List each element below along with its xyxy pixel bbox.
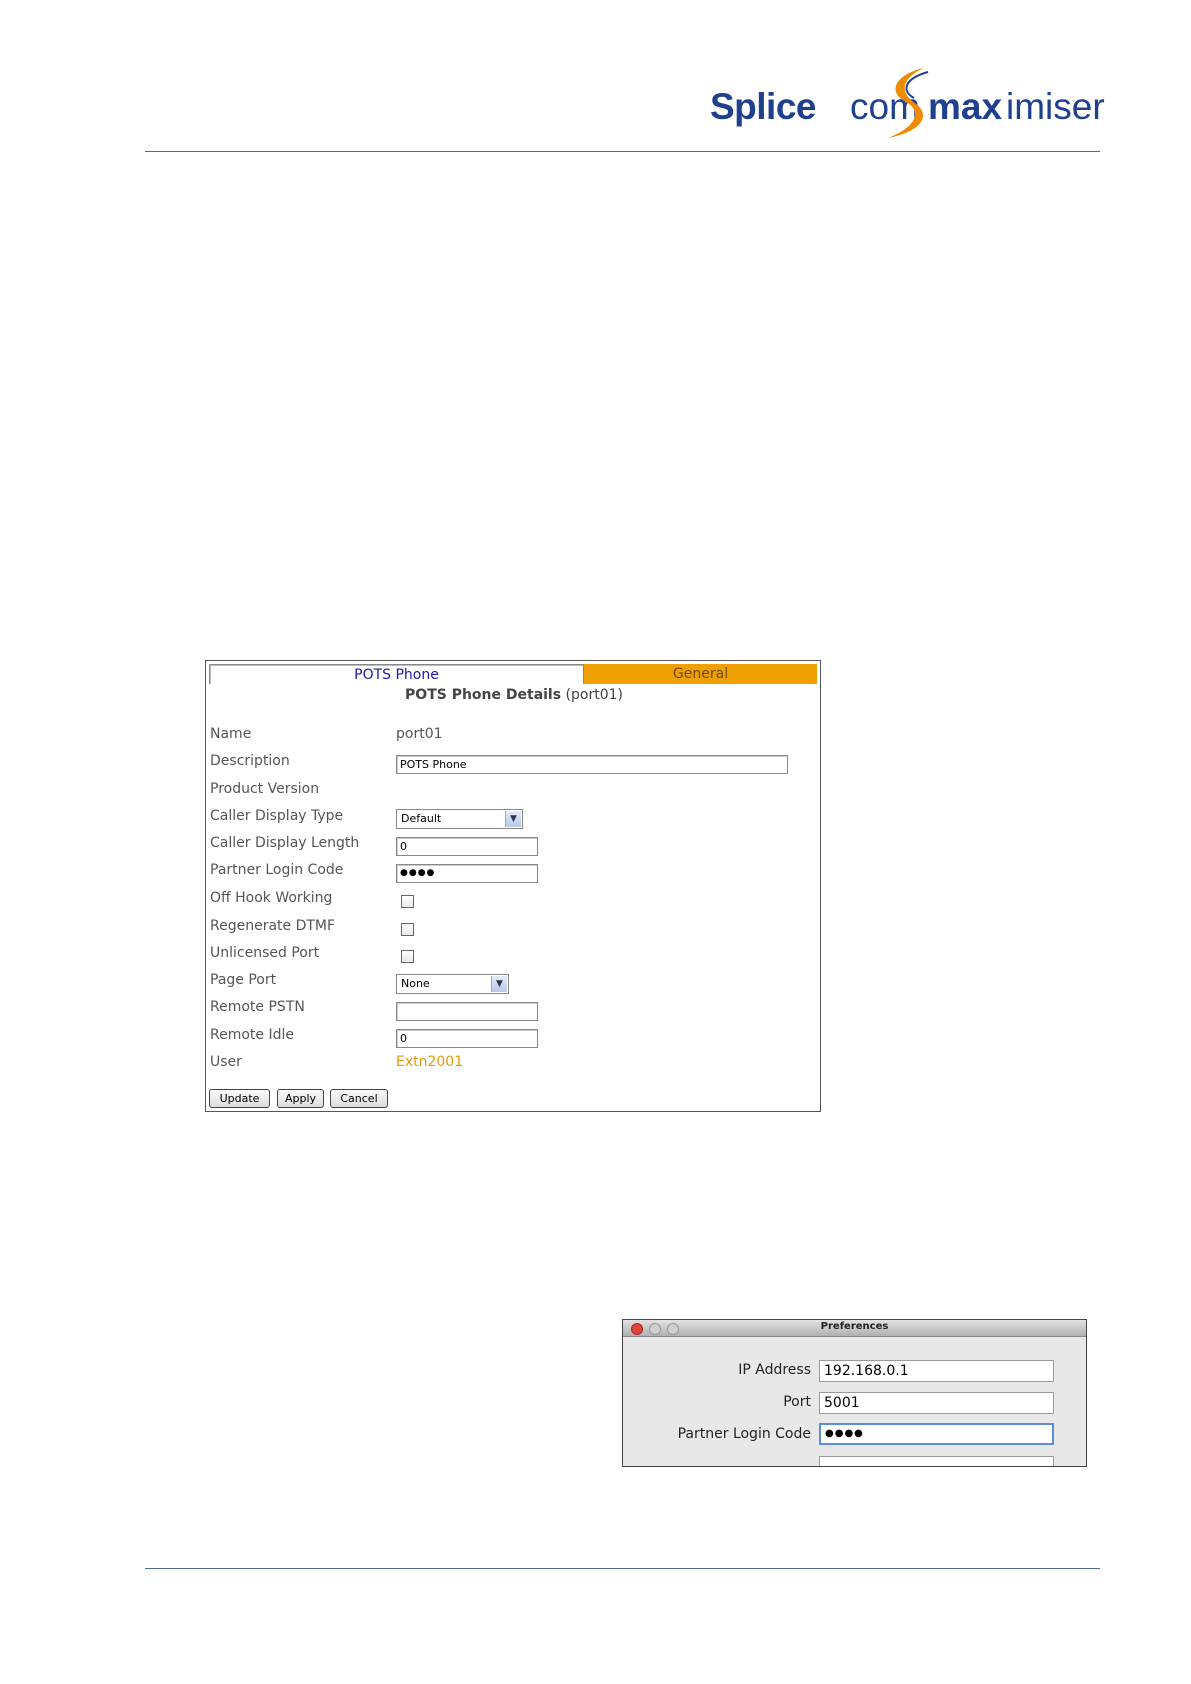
update-button[interactable]: Update <box>209 1089 270 1108</box>
value-name: port01 <box>396 726 443 742</box>
preferences-titlebar: Preferences <box>623 1320 1086 1337</box>
ip-address-label: IP Address <box>738 1362 811 1378</box>
unlicensed-port-checkbox[interactable] <box>401 950 414 963</box>
port-label: Port <box>783 1394 811 1410</box>
logo-text-imiser: imiser <box>1006 86 1105 127</box>
header-divider <box>145 151 1100 152</box>
label-description: Description <box>210 753 290 769</box>
caller-display-length-input[interactable]: 0 <box>396 837 538 856</box>
form-title-suffix: (port01) <box>565 687 623 703</box>
chevron-down-icon[interactable]: ▼ <box>505 811 521 827</box>
off-hook-working-checkbox[interactable] <box>401 895 414 908</box>
partner-login-code-input[interactable]: ●●●● <box>396 864 538 883</box>
label-remote-idle: Remote Idle <box>210 1027 294 1043</box>
chevron-down-icon[interactable]: ▼ <box>491 976 507 992</box>
description-input[interactable]: POTS Phone <box>396 755 788 774</box>
splicecom-maximiser-logo: Splice com max imiser <box>710 62 1105 142</box>
logo-swoosh-icon <box>888 68 929 138</box>
label-partner-login-code: Partner Login Code <box>210 862 344 878</box>
partner-login-code-label: Partner Login Code <box>677 1426 811 1442</box>
remote-pstn-input[interactable] <box>396 1002 538 1021</box>
preferences-window-screenshot: Preferences IP Address 192.168.0.1 Port … <box>622 1319 1087 1467</box>
logo-text-splice: Splice <box>710 86 817 127</box>
page-port-select[interactable]: None ▼ <box>396 974 509 994</box>
label-user: User <box>210 1054 242 1070</box>
caller-display-type-value: Default <box>401 812 442 825</box>
caller-display-type-select[interactable]: Default ▼ <box>396 809 523 829</box>
page-port-value: None <box>401 977 430 990</box>
apply-button[interactable]: Apply <box>277 1089 324 1108</box>
cancel-button[interactable]: Cancel <box>330 1089 388 1108</box>
form-title: POTS Phone Details (port01) <box>206 687 822 703</box>
regenerate-dtmf-checkbox[interactable] <box>401 923 414 936</box>
label-page-port: Page Port <box>210 972 277 988</box>
tab-general[interactable]: General <box>584 664 817 684</box>
label-name: Name <box>210 726 252 742</box>
ip-address-input[interactable]: 192.168.0.1 <box>819 1360 1054 1382</box>
preferences-title: Preferences <box>820 1321 889 1332</box>
port-input[interactable]: 5001 <box>819 1392 1054 1414</box>
logo-text-max: max <box>928 86 1003 127</box>
label-regenerate-dtmf: Regenerate DTMF <box>210 918 336 934</box>
user-link[interactable]: Extn2001 <box>396 1054 463 1070</box>
label-off-hook-working: Off Hook Working <box>210 890 333 906</box>
form-title-main: POTS Phone Details <box>405 687 562 703</box>
partner-login-code-field[interactable]: ●●●● <box>819 1423 1054 1445</box>
label-caller-display-type: Caller Display Type <box>210 808 344 824</box>
pots-phone-form-screenshot: POTS Phone General POTS Phone Details (p… <box>205 660 821 1112</box>
label-caller-display-length: Caller Display Length <box>210 835 360 851</box>
label-product-version: Product Version <box>210 781 320 797</box>
tab-pots-phone[interactable]: POTS Phone <box>209 664 584 684</box>
footer-divider <box>145 1568 1100 1569</box>
label-remote-pstn: Remote PSTN <box>210 999 305 1015</box>
label-unlicensed-port: Unlicensed Port <box>210 945 320 961</box>
remote-idle-input[interactable]: 0 <box>396 1029 538 1048</box>
next-field-input-clipped[interactable] <box>819 1456 1054 1466</box>
